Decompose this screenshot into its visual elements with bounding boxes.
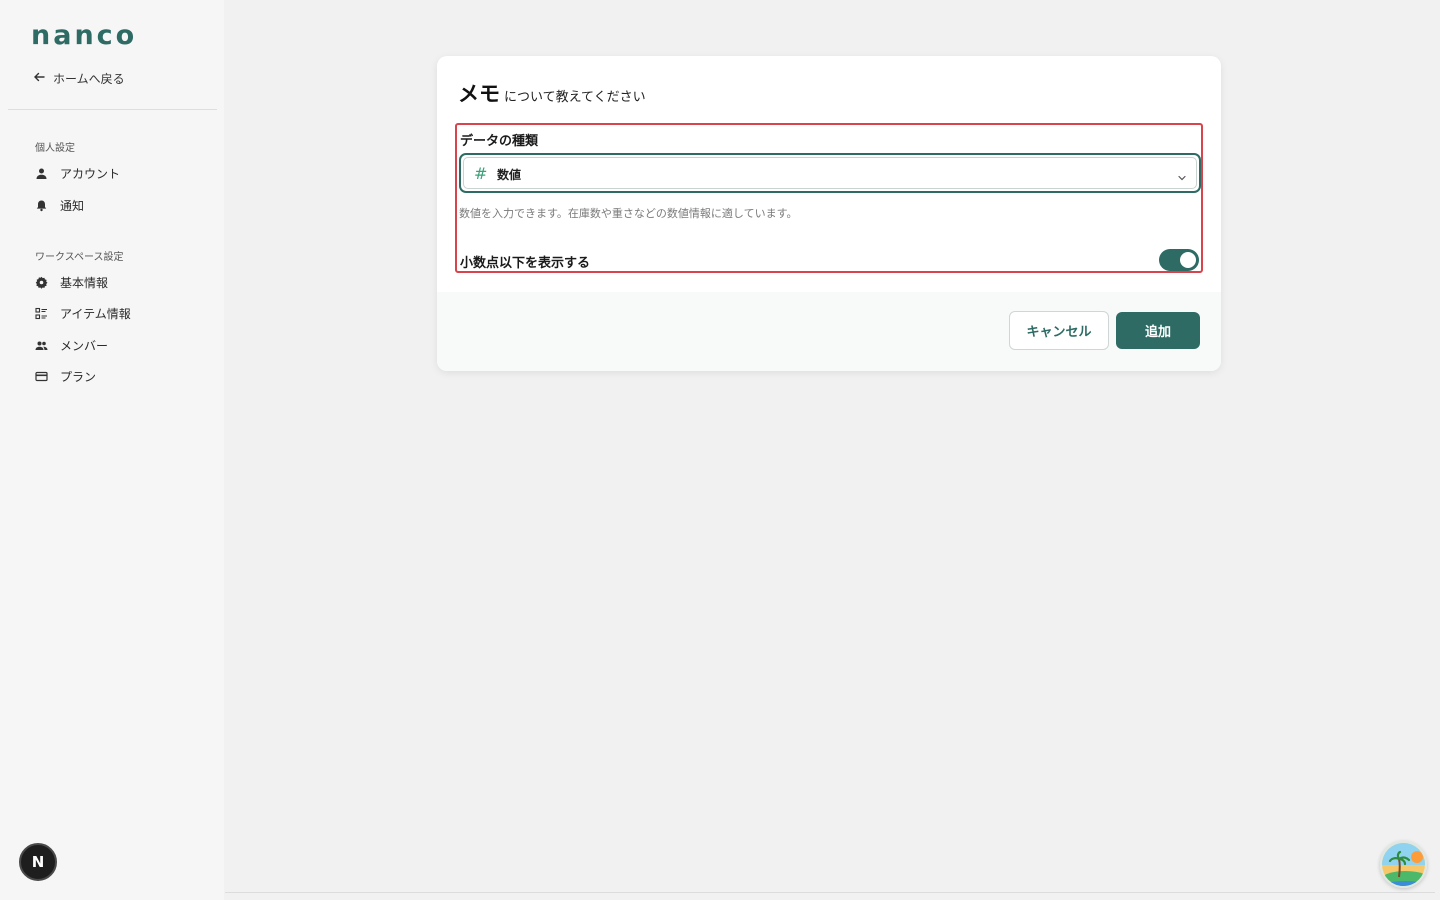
add-field-dialog: メモ について教えてください データの種類 # 数値 数値を入力できます。在庫数… (437, 56, 1221, 371)
personal-settings-heading: 個人設定 (35, 143, 75, 154)
arrow-left-icon (33, 71, 45, 86)
person-icon (35, 167, 48, 180)
back-to-home-link[interactable]: ホームへ戻る (33, 70, 125, 87)
toggle-knob (1180, 252, 1196, 268)
sidebar-item-account[interactable]: アカウント (35, 165, 120, 182)
workspace-settings-heading: ワークスペース設定 (35, 252, 124, 263)
dialog-title-field-name: メモ (458, 82, 500, 106)
dialog-footer: キャンセル 追加 (437, 292, 1221, 371)
bell-icon (35, 199, 48, 212)
decimal-toggle-label: 小数点以下を表示する (460, 256, 591, 271)
data-type-value: 数値 (497, 168, 522, 182)
people-icon (35, 339, 48, 352)
select-inner-border (463, 157, 1197, 189)
dialog-title-suffix: について教えてください (504, 90, 646, 105)
sidebar-item-label: アカウント (60, 167, 121, 181)
island-avatar-icon[interactable] (1380, 841, 1427, 888)
back-to-home-label: ホームへ戻る (53, 72, 125, 86)
add-button[interactable]: 追加 (1116, 312, 1200, 349)
sidebar-item-label: プラン (60, 370, 97, 384)
cancel-button[interactable]: キャンセル (1009, 311, 1109, 350)
sidebar-item-item-info[interactable]: アイテム情報 (35, 305, 131, 322)
sidebar-item-basic-info[interactable]: 基本情報 (35, 274, 108, 291)
sidebar-item-plan[interactable]: プラン (35, 368, 96, 385)
sidebar-item-label: 通知 (60, 199, 85, 213)
app-logo[interactable]: nanco (31, 20, 137, 51)
data-type-section: データの種類 # 数値 数値を入力できます。在庫数や重さなどの数値情報に適してい… (455, 123, 1203, 273)
gear-icon (35, 276, 48, 289)
data-type-help-text: 数値を入力できます。在庫数や重さなどの数値情報に適しています。 (459, 207, 798, 220)
data-type-select[interactable]: # 数値 (459, 153, 1201, 193)
sidebar-item-label: メンバー (60, 339, 109, 353)
sidebar-item-members[interactable]: メンバー (35, 337, 108, 354)
card-icon (35, 370, 48, 383)
hash-icon: # (474, 164, 488, 183)
decimal-toggle[interactable] (1159, 249, 1199, 271)
user-avatar[interactable]: N (19, 843, 57, 881)
list-icon (35, 307, 48, 320)
chevron-down-icon (1177, 168, 1187, 181)
data-type-label: データの種類 (460, 134, 539, 149)
dialog-title: メモ について教えてください (458, 78, 646, 108)
sidebar-item-label: 基本情報 (60, 276, 109, 290)
sidebar: nanco ホームへ戻る 個人設定 アカウント 通知 ワークスペース設定 基本情… (0, 0, 224, 900)
sidebar-divider (8, 109, 217, 110)
sidebar-item-notifications[interactable]: 通知 (35, 197, 84, 214)
sidebar-item-label: アイテム情報 (60, 307, 131, 321)
